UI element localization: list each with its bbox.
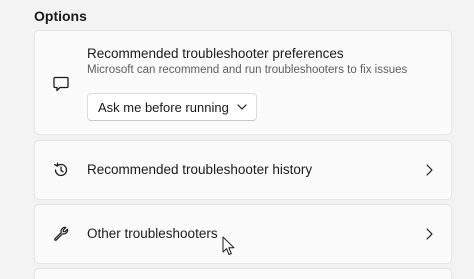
history-label: Recommended troubleshooter history xyxy=(87,162,313,177)
preferences-description: Microsoft can recommend and run troubles… xyxy=(87,64,408,76)
troubleshooter-mode-dropdown[interactable]: Ask me before running xyxy=(87,93,257,121)
preferences-title: Recommended troubleshooter preferences xyxy=(87,46,344,61)
chat-bubble-icon xyxy=(51,74,71,94)
section-title: Options xyxy=(34,8,87,24)
other-troubleshooters-row[interactable]: Other troubleshooters xyxy=(34,204,452,264)
history-icon xyxy=(51,160,71,180)
troubleshooter-preferences-card: Recommended troubleshooter preferences M… xyxy=(34,30,452,135)
troubleshooter-history-row[interactable]: Recommended troubleshooter history xyxy=(34,140,452,200)
chevron-right-icon xyxy=(423,227,435,241)
dropdown-selected-value: Ask me before running xyxy=(98,99,229,115)
wrench-icon xyxy=(51,224,71,244)
chevron-down-icon xyxy=(229,104,256,110)
other-troubleshooters-label: Other troubleshooters xyxy=(87,226,218,241)
chevron-right-icon xyxy=(423,163,435,177)
next-card-edge xyxy=(34,268,452,279)
